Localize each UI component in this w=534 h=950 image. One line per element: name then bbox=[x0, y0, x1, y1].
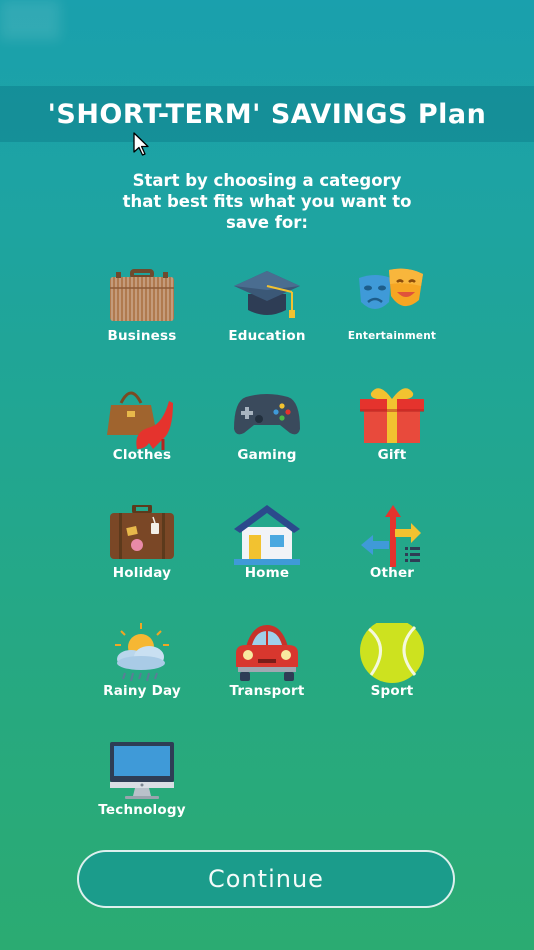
graduation-cap-icon bbox=[234, 271, 300, 318]
category-sport[interactable]: Sport bbox=[332, 623, 452, 723]
continue-button[interactable]: Continue bbox=[77, 850, 455, 908]
category-gift[interactable]: Gift bbox=[332, 387, 452, 487]
category-label: Education bbox=[228, 328, 306, 344]
category-label: Rainy Day bbox=[103, 683, 181, 699]
category-home[interactable]: Home bbox=[207, 505, 327, 605]
category-grid: Business Education Entertainment Clothes… bbox=[0, 0, 534, 950]
category-label: Holiday bbox=[112, 565, 172, 581]
gift-icon bbox=[360, 388, 424, 443]
car-icon bbox=[236, 625, 298, 681]
handbag-heel-icon bbox=[107, 391, 173, 450]
directions-icon bbox=[361, 505, 421, 567]
category-label: Home bbox=[244, 565, 290, 581]
category-label: Clothes bbox=[112, 447, 172, 463]
briefcase-icon bbox=[110, 269, 174, 321]
category-entertainment[interactable]: Entertainment bbox=[332, 268, 452, 368]
category-rainy-day[interactable]: Rainy Day bbox=[82, 623, 202, 723]
category-gaming[interactable]: Gaming bbox=[207, 387, 327, 487]
category-label: Transport bbox=[229, 683, 305, 699]
theater-masks-icon bbox=[359, 268, 423, 309]
suitcase-icon bbox=[110, 505, 174, 559]
category-label: Business bbox=[107, 328, 177, 344]
tennis-ball-icon bbox=[360, 623, 424, 683]
category-label: Technology bbox=[98, 802, 186, 818]
category-transport[interactable]: Transport bbox=[207, 623, 327, 723]
house-icon bbox=[234, 505, 300, 565]
category-label: Sport bbox=[370, 683, 414, 699]
category-clothes[interactable]: Clothes bbox=[82, 387, 202, 487]
weather-icon bbox=[115, 623, 169, 682]
gamepad-icon bbox=[234, 394, 300, 435]
category-business[interactable]: Business bbox=[82, 268, 202, 368]
category-holiday[interactable]: Holiday bbox=[82, 505, 202, 605]
category-label: Other bbox=[369, 565, 415, 581]
category-technology[interactable]: Technology bbox=[82, 742, 202, 842]
category-other[interactable]: Other bbox=[332, 505, 452, 605]
category-label: Gaming bbox=[237, 447, 297, 463]
monitor-icon bbox=[110, 742, 174, 799]
category-label: Entertainment bbox=[347, 330, 437, 342]
category-label: Gift bbox=[377, 447, 407, 463]
category-education[interactable]: Education bbox=[207, 268, 327, 368]
